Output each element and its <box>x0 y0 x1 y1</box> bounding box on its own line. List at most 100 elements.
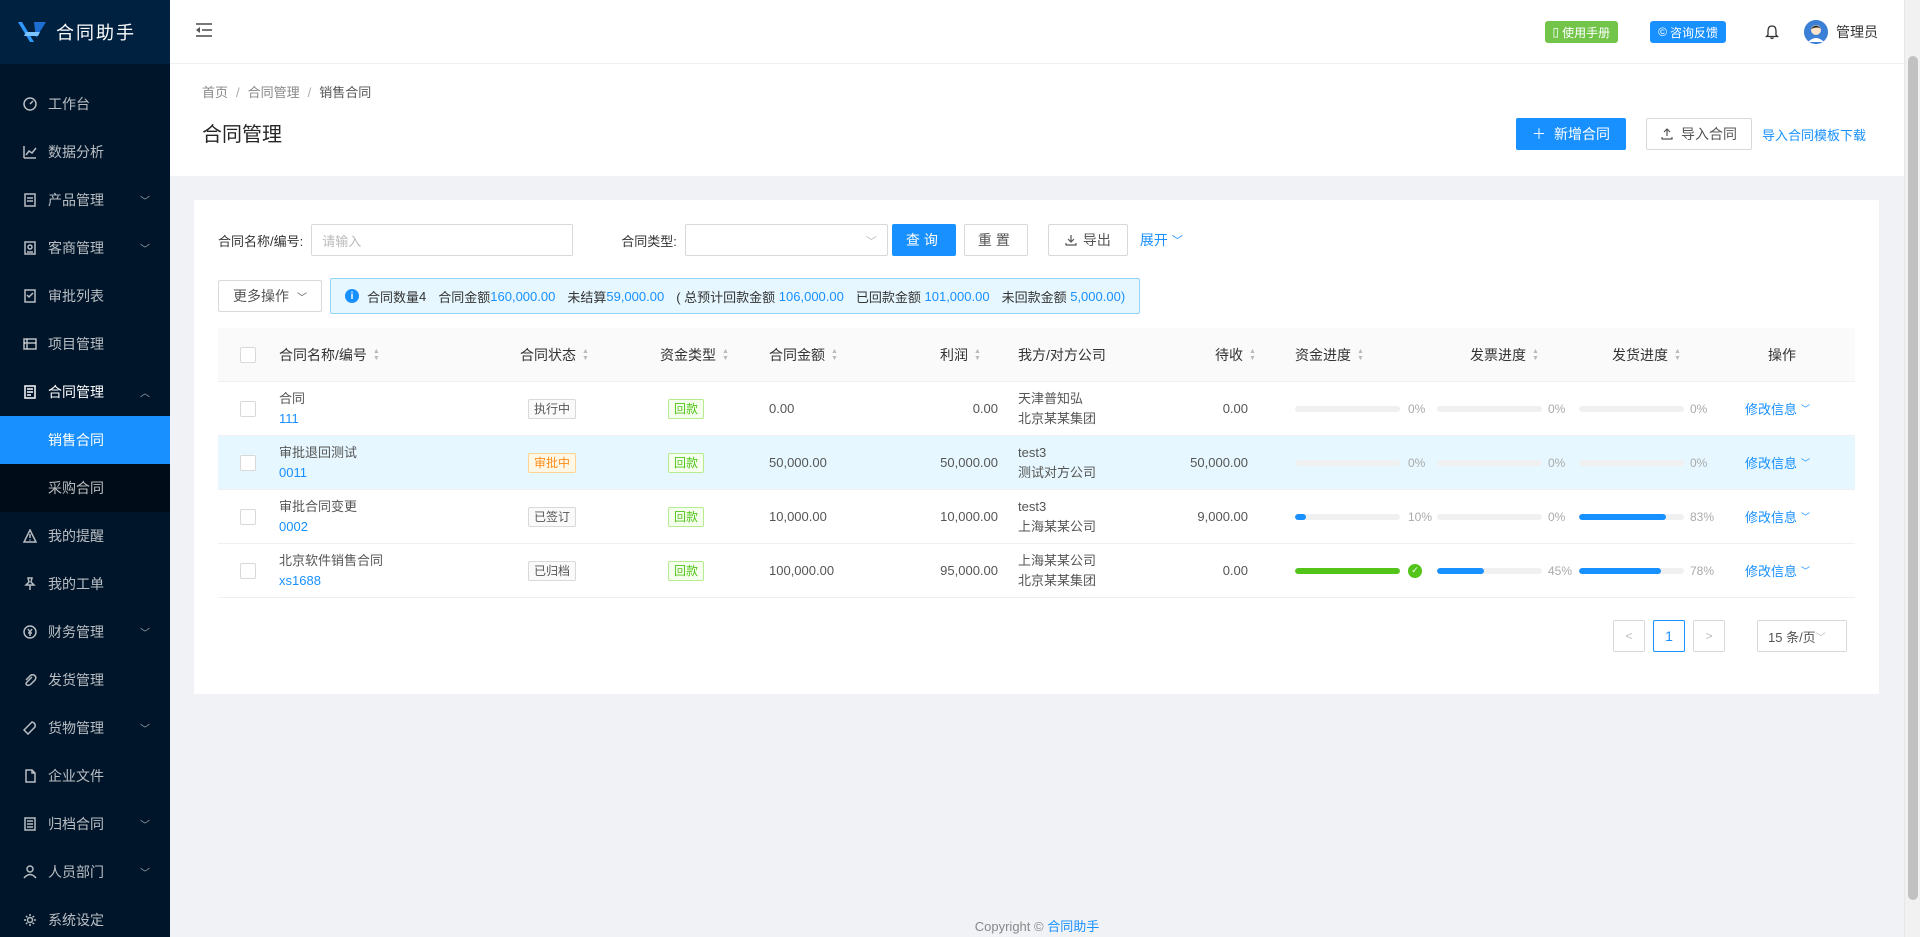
column-header-status[interactable]: 合同状态 ▲ ▼ <box>520 328 589 381</box>
page-scrollbar[interactable] <box>1904 0 1920 937</box>
table-row[interactable]: 审批退回测试 0011 审批中 回款 50,000.00 50,000.00 test3 测试… <box>218 436 1855 490</box>
contacts-icon <box>22 240 38 256</box>
edit-info-link[interactable]: 修改信息 ﹀ <box>1745 453 1810 472</box>
breadcrumb: 首页 / 合同管理 / 销售合同 <box>202 82 371 101</box>
scrollbar-thumb[interactable] <box>1908 56 1918 900</box>
progress-fill <box>1579 567 1661 574</box>
contract-code-link[interactable]: 0002 <box>279 517 308 537</box>
sidebar-item-13[interactable]: 企业文件 <box>0 752 170 800</box>
avatar[interactable] <box>1804 20 1828 44</box>
more-actions-button[interactable]: 更多操作 ﹀ <box>218 280 322 312</box>
sidebar-item-6[interactable]: 项目管理 <box>0 320 170 368</box>
submenu-item-2[interactable]: 采购合同 <box>0 464 170 512</box>
contract-type-select[interactable]: ﹀ <box>684 224 888 256</box>
breadcrumb-home[interactable]: 首页 <box>202 85 228 100</box>
query-button[interactable]: 查询 <box>891 224 956 256</box>
sidebar-item-2[interactable]: 数据分析 <box>0 128 170 176</box>
manual-button[interactable]: ▯ 使用手册 <box>1544 21 1619 43</box>
filter-bar: 合同名称/编号: 请输入 合同类型: ﹀ 查询 重置 导出 展开 ﹀ <box>218 224 1855 256</box>
page-size-select[interactable]: 15 条/页 ﹀ <box>1757 620 1847 652</box>
page-number-button[interactable]: 1 <box>1653 620 1685 652</box>
contract-code-link[interactable]: 0011 <box>279 463 307 483</box>
contract-code-link[interactable]: xs1688 <box>279 571 321 591</box>
submenu-item-1[interactable]: 销售合同 <box>0 416 170 464</box>
row-checkbox[interactable] <box>240 436 256 489</box>
table-row[interactable]: 北京软件销售合同 xs1688 已归档 回款 100,000.00 95,000.00 上海… <box>218 544 1855 598</box>
column-header-profit[interactable]: 利润 ▲ ▼ <box>940 328 981 381</box>
sidebar-item-label: 我的提醒 <box>48 528 104 544</box>
sidebar-item-14[interactable]: 归档合同 ﹀ <box>0 800 170 848</box>
download-icon <box>1065 235 1077 246</box>
menu-fold-icon[interactable] <box>194 20 214 40</box>
sidebar-item-15[interactable]: 人员部门 ﹀ <box>0 848 170 896</box>
sidebar-item-label: 审批列表 <box>48 288 104 304</box>
breadcrumb-contract-mgmt[interactable]: 合同管理 <box>248 85 300 100</box>
sort-icon: ▲ ▼ <box>1532 347 1539 362</box>
table-row[interactable]: 审批合同变更 0002 已签订 回款 10,000.00 10,000.00 test3 上海… <box>218 490 1855 544</box>
profit-cell: 10,000.00 <box>940 509 998 524</box>
copyright-icon: © <box>1034 919 1044 934</box>
fund-type-cell: 回款 <box>668 382 705 435</box>
sidebar-item-3[interactable]: 产品管理 ﹀ <box>0 176 170 224</box>
export-button[interactable]: 导出 <box>1047 224 1128 256</box>
row-checkbox[interactable] <box>240 544 256 597</box>
sidebar: 合同助手 工作台 数据分析 产品管理 ﹀ 客商管理 ﹀ 审批列表项目管理 合同管理 ︿ 销售合同采… <box>0 0 170 937</box>
status-badge: 执行中 <box>528 398 577 419</box>
column-header-name[interactable]: 合同名称/编号 ▲ ▼ <box>279 328 380 381</box>
edit-info-link[interactable]: 修改信息 ﹀ <box>1745 561 1810 580</box>
column-label: 合同金额 <box>769 346 825 363</box>
counterparty-company: 上海某某公司 <box>1018 518 1097 534</box>
column-header-fund-type[interactable]: 资金类型 ▲ ▼ <box>660 328 729 381</box>
fund-type-badge: 回款 <box>668 560 705 581</box>
next-page-button[interactable]: > <box>1693 620 1725 652</box>
template-download-link[interactable]: 导入合同模板下载 <box>1762 125 1866 144</box>
chevron-down-icon: ﹀ <box>140 820 150 832</box>
sidebar-item-1[interactable]: 工作台 <box>0 80 170 128</box>
edit-info-link[interactable]: 修改信息 ﹀ <box>1745 399 1810 418</box>
sidebar-item-label: 人员部门 <box>48 864 104 880</box>
invoice-progress-pct: 0% <box>1548 509 1566 524</box>
row-checkbox[interactable] <box>240 382 256 435</box>
footer-brand[interactable]: 合同助手 <box>1047 919 1099 934</box>
bell-icon[interactable] <box>1764 24 1780 40</box>
column-label: 发票进度 <box>1470 346 1526 363</box>
ship-progress-pct: 78% <box>1690 563 1715 578</box>
fund-type-badge: 回款 <box>668 452 705 473</box>
contract-code-link[interactable]: 111 <box>279 409 299 429</box>
row-checkbox[interactable] <box>240 490 256 543</box>
select-all-checkbox[interactable] <box>240 328 256 381</box>
column-header-fund-progress[interactable]: 资金进度 ▲ ▼ <box>1295 328 1364 381</box>
our-company: 天津普知弘 <box>1018 390 1084 406</box>
sidebar-item-8[interactable]: 我的提醒 <box>0 512 170 560</box>
name-search-placeholder: 请输入 <box>322 233 362 249</box>
progress-fill <box>1295 567 1400 574</box>
name-search-input[interactable]: 请输入 <box>311 224 574 256</box>
column-header-invoice-progress[interactable]: 发票进度 ▲ ▼ <box>1470 328 1539 381</box>
ship-progress-bar <box>1579 513 1684 520</box>
new-contract-button[interactable]: ＋ 新增合同 <box>1515 118 1626 150</box>
reset-button[interactable]: 重置 <box>963 224 1028 256</box>
user-name[interactable]: 管理员 <box>1836 22 1878 42</box>
unreceived-label: 未回款金额 <box>1001 289 1067 305</box>
column-header-amount[interactable]: 合同金额 ▲ ▼ <box>769 328 838 381</box>
sidebar-item-12[interactable]: 货物管理 ﹀ <box>0 704 170 752</box>
sidebar-item-16[interactable]: 系统设定 <box>0 896 170 937</box>
sidebar-item-7[interactable]: 合同管理 ︿ <box>0 368 170 416</box>
progress-fill <box>1579 513 1667 520</box>
sidebar-item-5[interactable]: 审批列表 <box>0 272 170 320</box>
app-logo[interactable]: 合同助手 <box>0 0 170 64</box>
sidebar-item-10[interactable]: 财务管理 ﹀ <box>0 608 170 656</box>
column-header-ship-progress[interactable]: 发货进度 ▲ ▼ <box>1612 328 1681 381</box>
sidebar-item-4[interactable]: 客商管理 ﹀ <box>0 224 170 272</box>
sidebar-item-9[interactable]: 我的工单 <box>0 560 170 608</box>
prev-page-button[interactable]: < <box>1613 620 1645 652</box>
table-row[interactable]: 合同 111 执行中 回款 0.00 0.00 天津普知弘 北京某某集团 0.00 0% 0% 0% 修… <box>218 382 1855 436</box>
expand-link[interactable]: 展开 ﹀ <box>1140 230 1183 250</box>
sidebar-item-label: 发货管理 <box>48 672 104 688</box>
feedback-button[interactable]: © 咨询反馈 <box>1650 21 1726 43</box>
import-contract-button[interactable]: 导入合同 <box>1645 118 1752 150</box>
edit-info-link[interactable]: 修改信息 ﹀ <box>1745 507 1810 526</box>
column-header-pending[interactable]: 待收 ▲ ▼ <box>1215 328 1256 381</box>
sidebar-item-11[interactable]: 发货管理 <box>0 656 170 704</box>
sort-icon: ▲ ▼ <box>722 347 729 362</box>
